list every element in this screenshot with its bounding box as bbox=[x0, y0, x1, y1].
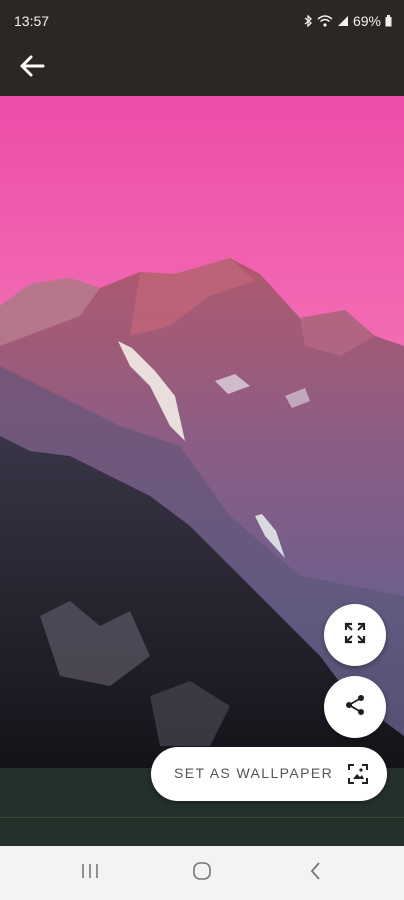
status-icons: 69% bbox=[303, 13, 392, 29]
system-back-button[interactable] bbox=[301, 860, 331, 886]
app-bar bbox=[0, 40, 404, 96]
signal-icon bbox=[337, 15, 349, 27]
battery-percent: 69% bbox=[352, 13, 381, 29]
recents-icon bbox=[80, 862, 100, 885]
back-button[interactable] bbox=[12, 48, 52, 88]
share-button[interactable] bbox=[324, 676, 386, 738]
back-icon bbox=[309, 861, 323, 886]
footer-divider bbox=[0, 817, 404, 818]
home-button[interactable] bbox=[187, 860, 217, 886]
home-icon bbox=[192, 861, 212, 886]
fullscreen-icon bbox=[344, 622, 366, 649]
status-time: 13:57 bbox=[14, 13, 50, 29]
wallpaper-image[interactable] bbox=[0, 96, 404, 768]
set-as-wallpaper-label: SET AS WALLPAPER bbox=[174, 765, 334, 781]
status-bar: 13:57 69% bbox=[0, 0, 404, 40]
navigation-bar bbox=[0, 846, 404, 900]
set-as-wallpaper-button[interactable]: SET AS WALLPAPER bbox=[151, 747, 387, 801]
recents-button[interactable] bbox=[75, 860, 105, 886]
mountain-photo bbox=[0, 96, 404, 768]
fullscreen-button[interactable] bbox=[324, 604, 386, 666]
share-icon bbox=[344, 694, 366, 721]
bluetooth-icon bbox=[303, 15, 313, 27]
battery-icon bbox=[385, 15, 392, 27]
arrow-left-icon bbox=[18, 52, 46, 85]
wifi-icon bbox=[317, 15, 333, 27]
wallpaper-icon bbox=[347, 763, 369, 790]
